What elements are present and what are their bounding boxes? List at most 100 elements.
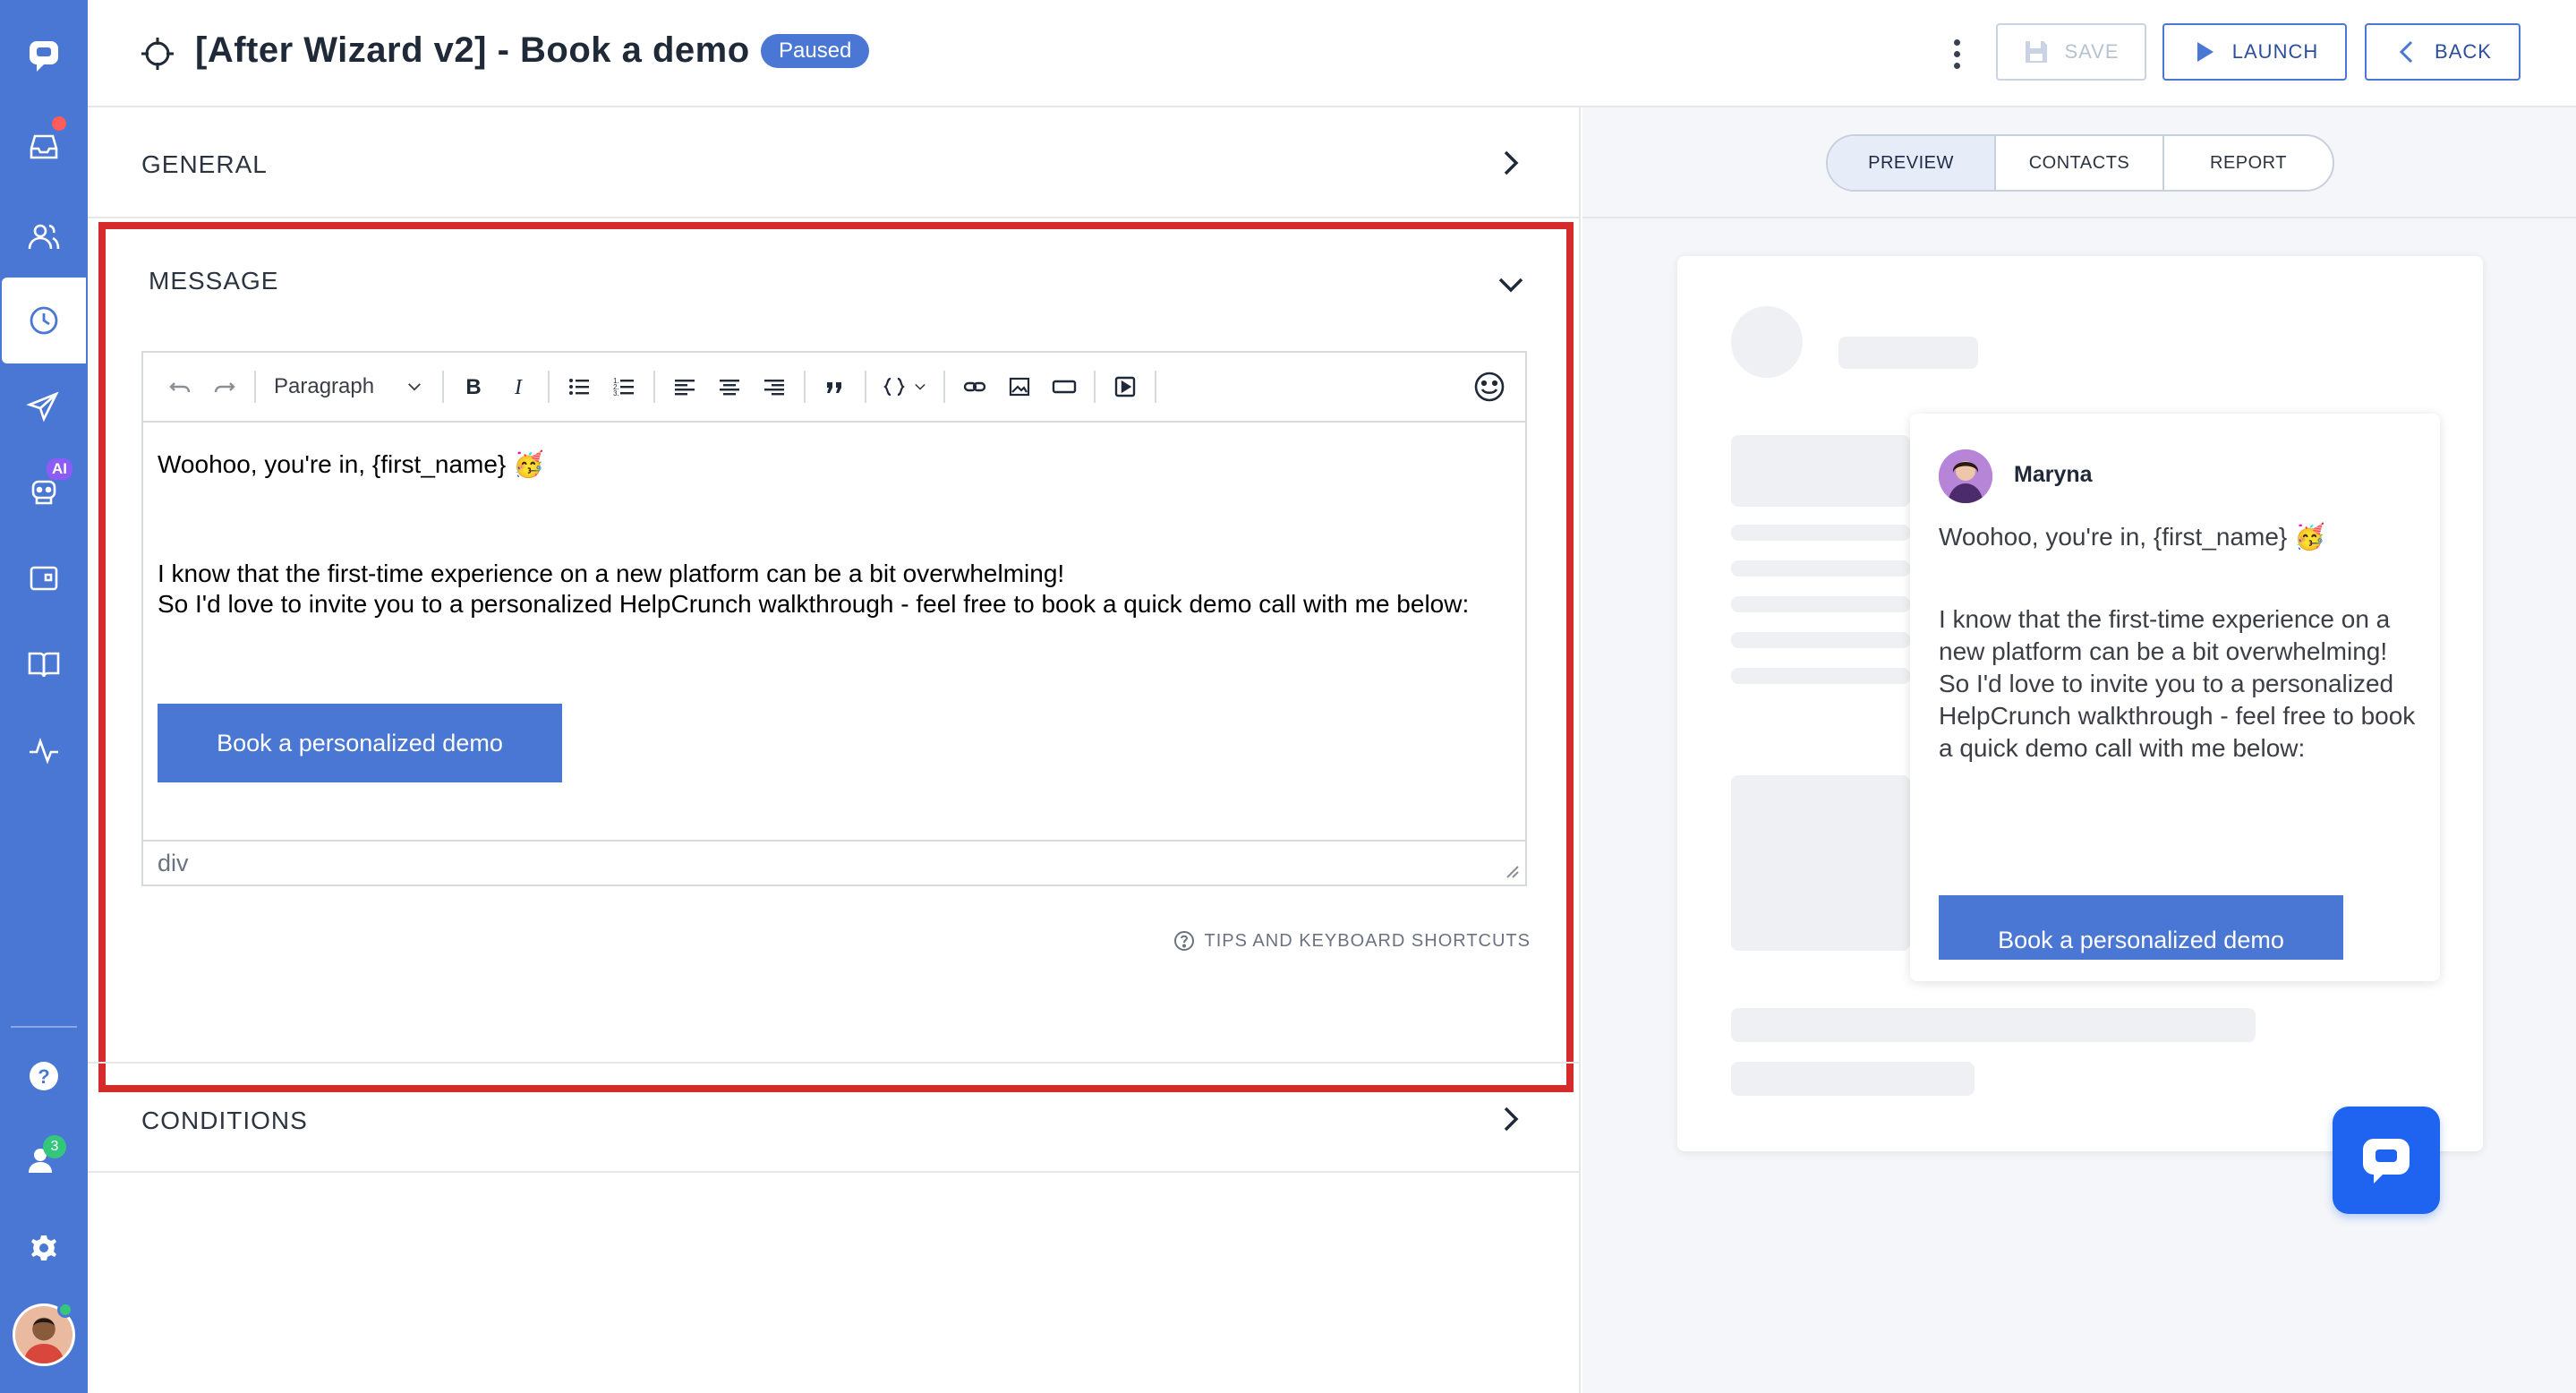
preview-tabs: PREVIEW CONTACTS REPORT [1826,134,2334,192]
tips-label: TIPS AND KEYBOARD SHORTCUTS [1204,930,1531,951]
save-floppy-icon [2026,41,2048,63]
save-button[interactable]: SAVE [1996,23,2146,81]
chevron-right-icon [1504,1107,1519,1132]
website-preview-card: Maryna Woohoo, you're in, {first_name} 🥳… [1677,256,2483,1214]
general-section-header[interactable]: GENERAL [88,107,1581,218]
editor-content[interactable]: Woohoo, you're in, {first_name} 🥳 I know… [158,423,1509,620]
launch-button[interactable]: LAUNCH [2162,23,2347,81]
agent-name: Maryna [2014,462,2093,487]
numbered-list-icon[interactable]: 1. 2. 3. [601,365,646,408]
inbox-icon[interactable] [0,104,88,190]
knowledge-base-book-icon[interactable] [0,621,88,707]
emoji-icon[interactable] [1471,369,1507,405]
skeleton-block [1731,435,1910,507]
help-icon[interactable]: ? [0,1033,88,1119]
bold-icon[interactable]: B [451,365,496,408]
toolbar-divider [442,371,445,403]
contacts-icon[interactable] [0,193,88,279]
skeleton-line [1731,1062,1975,1096]
editor-toolbar: Paragraph B I 1. 2. 3. [143,353,1525,423]
book-demo-cta-button[interactable]: Book a personalized demo [158,704,562,782]
reports-pulse-icon[interactable] [0,707,88,793]
skeleton-line [1731,560,1910,577]
variables-braces-icon[interactable] [874,365,936,408]
preview-greeting: Woohoo, you're in, {first_name} 🥳 [1939,523,2325,551]
bullet-list-icon[interactable] [557,365,601,408]
greeting-line: Woohoo, you're in, {first_name} 🥳 [158,450,544,478]
editor-statusbar: div [143,840,1525,885]
image-icon[interactable] [997,365,1042,408]
toolbar-divider [865,371,867,403]
more-options-icon[interactable] [1939,34,1975,73]
toolbar-divider [653,371,656,403]
link-icon[interactable] [952,365,997,408]
unread-dot [52,116,66,131]
skeleton-block [1731,775,1910,951]
tab-preview[interactable]: PREVIEW [1828,136,1996,190]
skeleton-line [1731,596,1910,612]
preview-message-text: Woohoo, you're in, {first_name} 🥳 I know… [1939,521,2422,765]
svg-text:3.: 3. [613,389,619,397]
media-embed-icon[interactable] [1103,365,1147,408]
button-insert-icon[interactable] [1042,365,1087,408]
redo-icon[interactable] [202,365,247,408]
toolbar-divider [943,371,946,403]
resize-handle-icon[interactable] [1504,863,1520,879]
page-title: [After Wizard v2] - Book a demo [195,30,750,70]
align-center-icon[interactable] [707,365,752,408]
campaign-editor-panel: GENERAL MESSAGE Paragraph B I 1. 2. 3. W… [88,107,1581,1393]
campaigns-send-icon[interactable] [0,363,88,449]
target-icon [141,38,174,70]
block-format-select[interactable]: Paragraph [263,365,435,408]
element-path: div [158,849,189,876]
chevron-down-icon [915,383,925,390]
chat-bubble-icon [2363,1139,2410,1184]
blockquote-icon[interactable] [813,365,857,408]
message-section-label[interactable]: MESSAGE [149,267,278,295]
preview-book-demo-button[interactable]: Book a personalized demo [1939,895,2343,960]
undo-icon[interactable] [158,365,202,408]
skeleton-line [1731,525,1910,541]
tips-shortcuts-link[interactable]: TIPS AND KEYBOARD SHORTCUTS [1173,929,1531,953]
automation-clock-icon[interactable] [2,278,86,363]
svg-text:?: ? [38,1065,49,1088]
rich-text-editor: Paragraph B I 1. 2. 3. Woohoo, you're in… [141,351,1527,886]
tab-contacts[interactable]: CONTACTS [1996,136,2164,190]
ai-bot-icon[interactable] [0,448,88,534]
block-format-value: Paragraph [274,374,375,398]
tab-report[interactable]: REPORT [2164,136,2333,190]
team-icon[interactable] [0,1117,88,1203]
toolbar-divider [548,371,550,403]
online-status-dot [57,1302,73,1318]
ai-badge: AI [47,458,73,480]
agent-avatar [1939,449,1992,503]
general-section-label: GENERAL [141,150,268,178]
chevron-down-icon[interactable] [1495,269,1527,301]
launch-label: LAUNCH [2231,40,2319,63]
align-right-icon[interactable] [752,365,797,408]
message-section: MESSAGE Paragraph B I 1. 2. 3. Woohoo, y… [98,222,1574,1092]
chevron-left-icon [2399,40,2413,64]
preview-body: I know that the first-time experience on… [1939,605,2416,762]
conditions-section-header[interactable]: CONDITIONS [88,1062,1581,1173]
skeleton-line [1731,668,1910,684]
play-icon [2196,42,2213,62]
toolbar-divider [804,371,806,403]
italic-icon[interactable]: I [496,365,541,408]
page-header: [After Wizard v2] - Book a demo Paused S… [88,0,2576,107]
toolbar-divider [254,371,256,403]
chevron-down-icon [408,383,422,391]
svg-text:B: B [465,375,481,399]
settings-gear-icon[interactable] [0,1205,88,1291]
intro-line: I know that the first-time experience on… [158,560,1065,587]
question-circle-icon [1173,931,1194,951]
helpcrunch-logo-icon[interactable] [0,13,88,98]
toolbar-divider [1094,371,1096,403]
sidebar-divider [11,1026,77,1028]
back-button[interactable]: BACK [2365,23,2521,81]
chevron-right-icon [1504,150,1519,175]
invite-line: So I'd love to invite you to a personali… [158,590,1470,618]
align-left-icon[interactable] [662,365,707,408]
widget-icon[interactable] [0,535,88,621]
chat-launcher-button[interactable] [2333,1107,2440,1214]
